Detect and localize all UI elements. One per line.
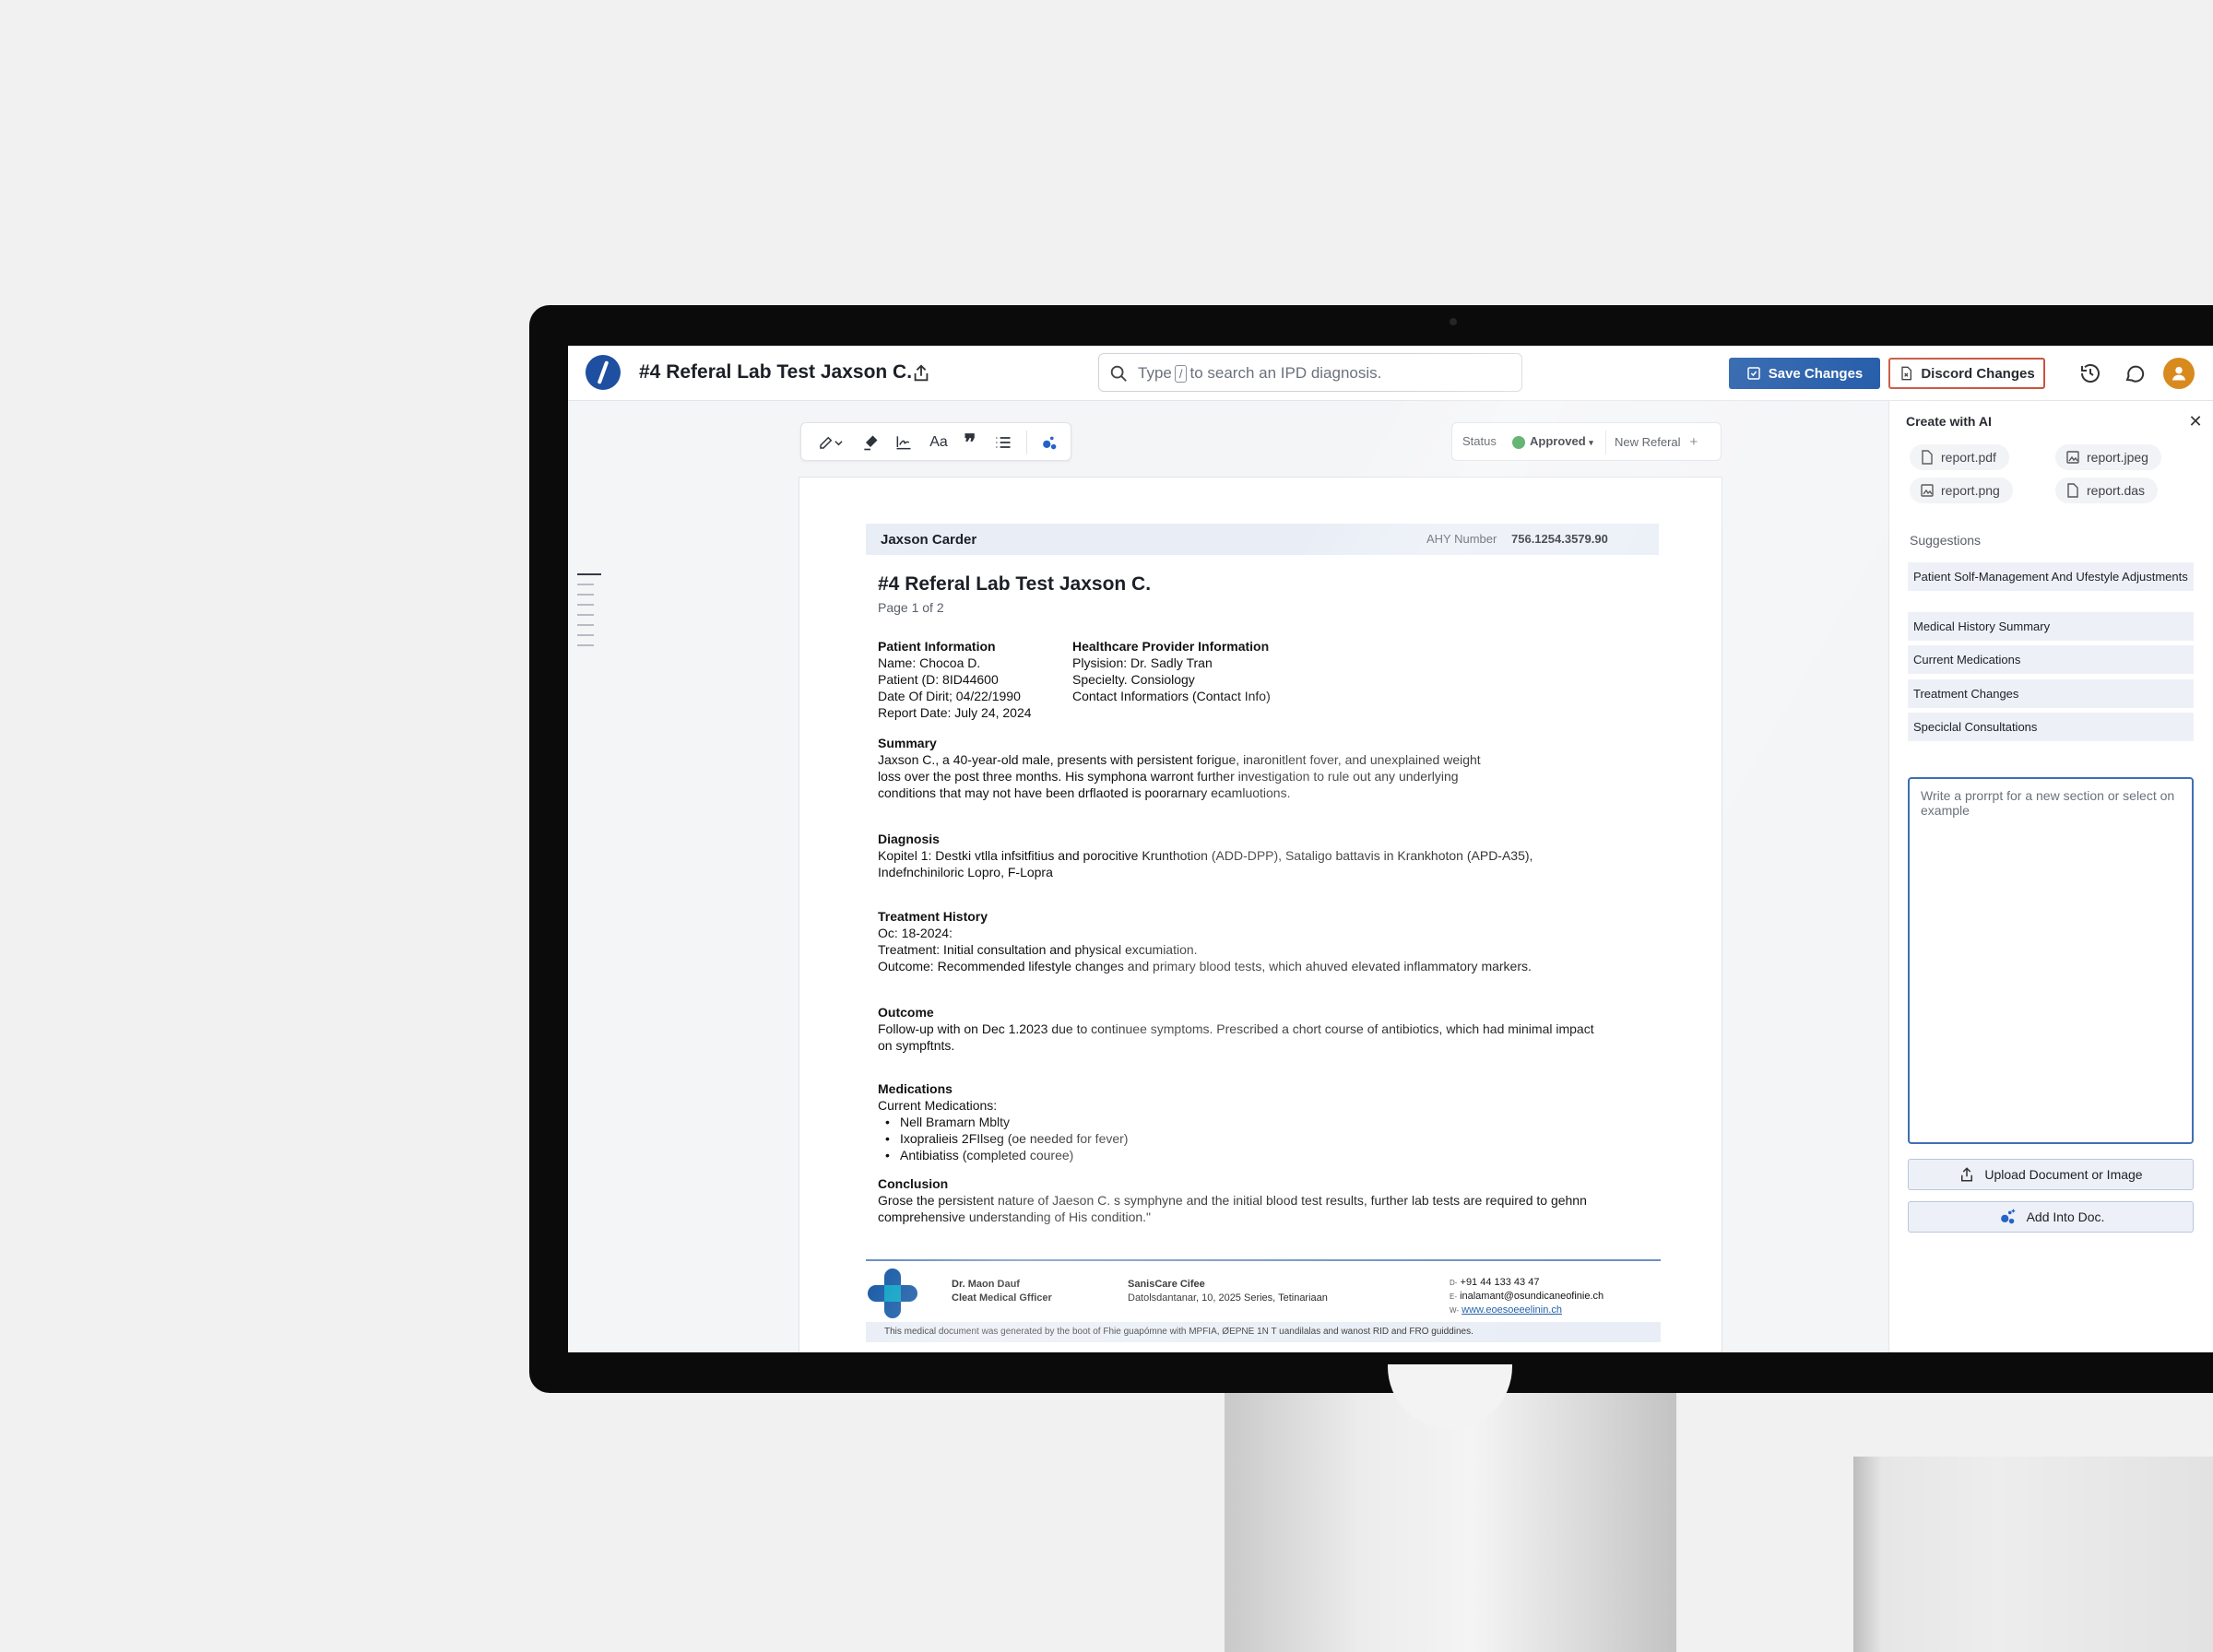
provider-info-section: Healthcare Provider Information Plysisio… [1072, 639, 1271, 703]
shortcut-key: / [1174, 365, 1188, 383]
list-item: Nell Bramarn Mblty [878, 1114, 1128, 1130]
save-button[interactable]: Save Changes [1729, 358, 1880, 389]
upload-icon [1961, 1167, 1973, 1182]
list-item: Antibiatiss (completed couree) [878, 1147, 1128, 1163]
list-item: Ixopralieis 2FIlseg (oe needed for fever… [878, 1130, 1128, 1147]
side-device [1853, 1457, 2213, 1652]
share-button[interactable] [907, 360, 935, 387]
create-with-ai-panel: Create with AI ✕ report.pdf report.jpeg … [1888, 401, 2213, 1352]
highlighter-icon [864, 435, 878, 451]
document-outline[interactable] [577, 573, 601, 655]
add-into-doc-button[interactable]: Add Into Doc. [1908, 1201, 2194, 1233]
outcome-section: Outcome Follow-up with on Dec 1.2023 due… [878, 1005, 1594, 1053]
discard-button[interactable]: Discord Changes [1888, 358, 2045, 389]
app-screen: #4 Referal Lab Test Jaxson C. Type / to se… [568, 346, 2213, 1352]
suggestion-current-medications[interactable]: Current Medications [1908, 645, 2194, 674]
top-bar: #4 Referal Lab Test Jaxson C. Type / to se… [568, 346, 2213, 401]
app-logo[interactable] [586, 355, 621, 390]
file-chip-png[interactable]: report.png [1910, 478, 2013, 503]
image-file-icon [2066, 451, 2079, 464]
image-file-icon [1921, 484, 1934, 497]
conclusion-section: Conclusion Grose the persistent nature o… [878, 1176, 1587, 1224]
summary-section: Summary Jaxson C., a 40-year-old male, p… [878, 736, 1481, 800]
page-counter: Page 1 of 2 [878, 600, 944, 615]
signature-button[interactable] [892, 431, 916, 454]
chat-bubble-icon [2125, 365, 2145, 383]
new-referral-button[interactable]: New Referal + [1615, 434, 1698, 450]
search-input[interactable]: Type / to search an IPD diagnosis. [1098, 353, 1522, 392]
footer-organization: SanisCare Cifee Datolsdantanar, 10, 2025… [1128, 1279, 1328, 1304]
camera-dot [1450, 318, 1457, 325]
ai-sparkle-button[interactable] [1035, 431, 1063, 454]
treatment-history-section: Treatment History Oc: 18-2024: Treatment… [878, 909, 1532, 974]
file-chip-das[interactable]: report.das [2055, 478, 2159, 503]
ahy-value: 756.1254.3579.90 [1511, 532, 1608, 546]
status-dropdown[interactable]: Approved ▾ [1530, 434, 1593, 448]
search-placeholder: Type / to search an IPD diagnosis. [1138, 364, 1382, 383]
ahy-label: AHY Number [1426, 532, 1497, 546]
editor-toolbar: Aa ❞ [800, 422, 1071, 461]
footer-disclaimer: This medical document was generated by t… [866, 1322, 1661, 1342]
font-button[interactable]: Aa [925, 431, 953, 454]
patient-info-section: Patient Information Name: Chocoa D. Pati… [878, 639, 1032, 720]
medical-cross-logo [868, 1268, 917, 1318]
ai-prompt-input[interactable] [1908, 777, 2194, 1144]
history-button[interactable] [2077, 360, 2104, 387]
status-label: Status [1462, 434, 1497, 448]
edit-icon [819, 436, 832, 449]
file-icon [1922, 450, 1933, 465]
check-square-icon [1746, 367, 1760, 380]
quote-button[interactable]: ❞ [958, 431, 982, 455]
ai-sparkle-icon [1043, 436, 1057, 450]
history-icon [2081, 364, 2100, 383]
file-chip-pdf[interactable]: report.pdf [1910, 444, 2009, 470]
footer-contact: D- +91 44 133 43 47 E- inalamant@osundic… [1450, 1277, 1604, 1316]
toolbar-divider [1026, 431, 1027, 454]
document-title: #4 Referal Lab Test Jaxson C. [639, 361, 913, 383]
medications-section: Medications Current Medications: Nell Br… [878, 1080, 1128, 1163]
list-icon [996, 437, 1011, 448]
approved-check-icon [1512, 436, 1525, 449]
footer-doctor: Dr. Maon Dauf Cleat Medical Gfficer [952, 1279, 1052, 1304]
search-icon [1110, 365, 1127, 382]
chevron-down-icon [834, 440, 843, 445]
plus-icon: + [1689, 434, 1698, 450]
suggestions-label: Suggestions [1910, 533, 1982, 548]
list-button[interactable] [991, 431, 1015, 454]
discard-file-icon [1901, 366, 1912, 381]
status-divider [1605, 431, 1606, 454]
diagnosis-section: Diagnosis Kopitel 1: Destki vtlla infsit… [878, 832, 1533, 879]
share-icon [914, 364, 929, 382]
patient-header: Jaxson Carder AHY Number 756.1254.3579.9… [866, 524, 1659, 555]
user-icon [2172, 366, 2186, 381]
edit-dropdown[interactable] [814, 431, 846, 454]
page-title: #4 Referal Lab Test Jaxson C. [878, 573, 1152, 595]
patient-name: Jaxson Carder [881, 532, 977, 548]
document-page[interactable]: Jaxson Carder AHY Number 756.1254.3579.9… [799, 477, 1722, 1352]
comments-button[interactable] [2121, 360, 2148, 387]
user-avatar[interactable] [2163, 358, 2195, 389]
file-chip-jpeg[interactable]: report.jpeg [2055, 444, 2161, 470]
upload-document-button[interactable]: Upload Document or Image [1908, 1159, 2194, 1190]
file-icon [2067, 483, 2078, 498]
highlight-button[interactable] [858, 431, 882, 454]
suggestion-self-management[interactable]: Patient Solf-Management And Ufestyle Adj… [1908, 562, 2194, 591]
signature-icon [896, 436, 911, 450]
close-icon[interactable]: ✕ [2186, 412, 2205, 431]
ai-sparkle-icon [2000, 1209, 2015, 1224]
suggestion-special-consultations[interactable]: Speciclal Consultations [1908, 713, 2194, 741]
suggestion-medical-history[interactable]: Medical History Summary [1908, 612, 2194, 641]
panel-title: Create with AI [1906, 414, 1992, 429]
suggestion-treatment-changes[interactable]: Treatment Changes [1908, 679, 2194, 708]
status-bar: Status Approved ▾ New Referal + [1451, 422, 1722, 461]
footer-divider [866, 1259, 1661, 1261]
website-link[interactable]: www.eoesoeeelinin.ch [1462, 1304, 1562, 1316]
